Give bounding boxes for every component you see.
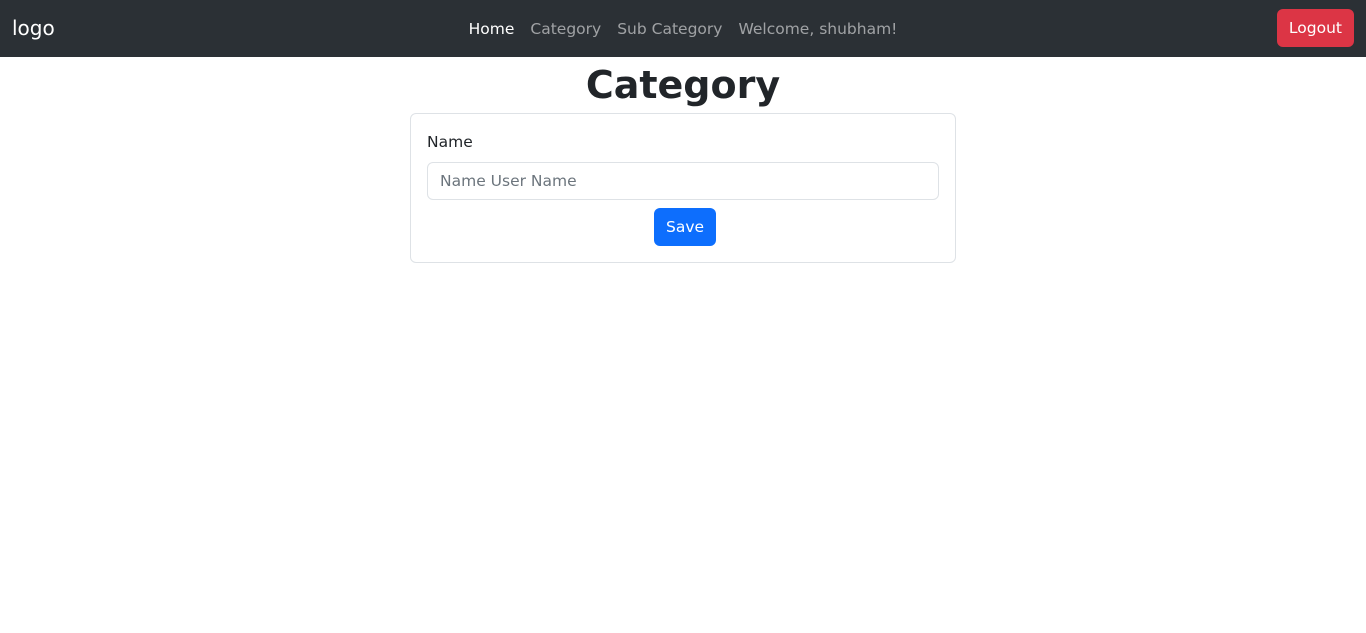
save-button[interactable]: Save (654, 208, 717, 246)
nav-links: Home Category Sub Category Welcome, shub… (0, 0, 1366, 57)
welcome-text: Welcome, shubham! (738, 19, 898, 38)
category-form-card: Name Save (410, 113, 956, 263)
nav-link-category[interactable]: Category (522, 20, 609, 38)
logout-button[interactable]: Logout (1276, 9, 1354, 47)
brand-logo-link[interactable]: logo (12, 0, 55, 57)
name-label: Name (427, 133, 473, 151)
nav-link-sub-category[interactable]: Sub Category (609, 20, 730, 38)
page-title: Category (585, 63, 781, 107)
nav-link-home[interactable]: Home (461, 20, 523, 38)
navbar: logo Home Category Sub Category Welcome,… (0, 0, 1366, 57)
name-input[interactable] (427, 162, 939, 200)
